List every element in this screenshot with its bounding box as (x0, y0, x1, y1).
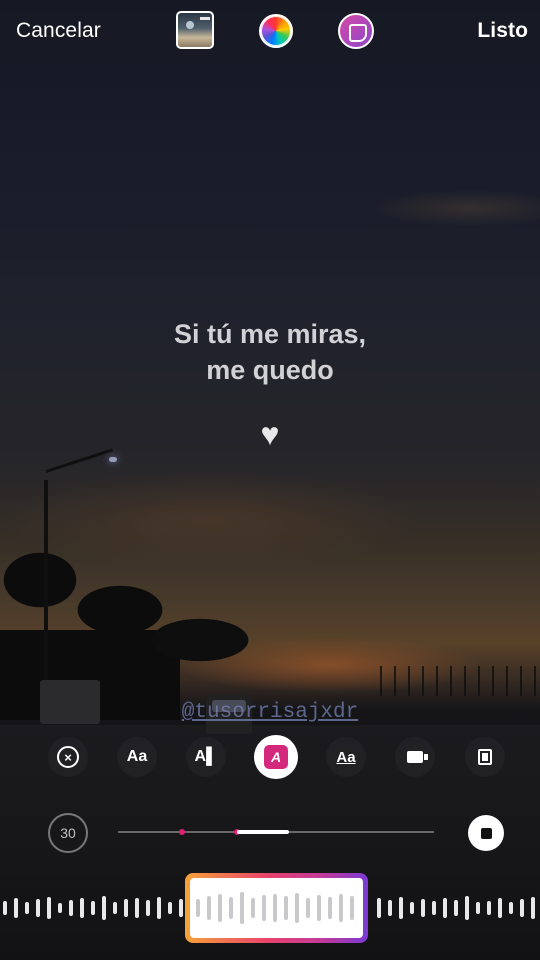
stop-button[interactable] (468, 815, 504, 851)
waveform-bar (91, 901, 95, 915)
dim-overlay (0, 0, 540, 960)
waveform-bar (531, 897, 535, 919)
close-circle-icon: × (57, 746, 79, 768)
waveform-bar (14, 898, 18, 918)
waveform-bar (487, 901, 491, 915)
waveform-bar (113, 902, 117, 914)
cancel-button[interactable]: Cancelar (16, 19, 101, 43)
color-wheel-button[interactable] (259, 14, 293, 48)
waveform-bar (339, 894, 343, 922)
card-icon (478, 749, 492, 765)
waveform-bar (240, 892, 244, 924)
top-bar: Cancelar Listo (0, 0, 540, 64)
card-style-button[interactable] (465, 737, 505, 777)
waveform-bar (295, 893, 299, 923)
waveform-bar (388, 900, 392, 916)
text-block-style-button[interactable]: A▌ (186, 737, 226, 777)
waveform-bar (218, 894, 222, 922)
waveform-bar (229, 897, 233, 919)
waveform-bar (498, 898, 502, 918)
waveform-bar (317, 895, 321, 921)
text-size-icon: Aa (126, 748, 148, 765)
waveform-bar (520, 899, 524, 917)
waveform-bar (25, 902, 29, 914)
waveform-bar (509, 902, 513, 914)
waveform-bar (58, 903, 62, 913)
waveform-bar (421, 899, 425, 917)
waveform-bar (251, 898, 255, 918)
waveform-bar (454, 900, 458, 916)
lyrics-line-2: me quedo (206, 355, 334, 385)
waveform-bar (168, 902, 172, 914)
waveform-bar (207, 896, 211, 920)
sticker-icon[interactable] (338, 13, 374, 49)
waveform-bar (36, 899, 40, 917)
waveform-bar (80, 898, 84, 918)
selected-waveform (190, 878, 363, 938)
waveform-bar (102, 896, 106, 920)
underline-style-button[interactable]: Aa (326, 737, 366, 777)
progress-segment (237, 830, 289, 834)
waveform-bar (432, 901, 436, 915)
text-block-icon: A▌ (194, 748, 218, 765)
highlight-style-icon: A (264, 745, 288, 769)
waveform-bar (306, 898, 310, 918)
lyrics-style-toolbar: × Aa A▌ A Aa (0, 735, 540, 781)
lyrics-line-1: Si tú me miras, (173, 319, 367, 349)
video-icon (407, 751, 428, 763)
text-size-style-button[interactable]: Aa (117, 737, 157, 777)
waveform-bar (47, 897, 51, 919)
waveform-bar (443, 898, 447, 918)
progress-marker (179, 829, 185, 835)
waveform-bar (179, 899, 183, 917)
stop-icon (480, 827, 492, 839)
waveform-bar (69, 900, 73, 916)
done-button[interactable]: Listo (477, 19, 528, 43)
waveform-bar (377, 898, 381, 918)
waveform-bar (273, 894, 277, 922)
waveform-bar (196, 899, 200, 917)
waveform-bar (157, 897, 161, 919)
highlight-style-button[interactable]: A (254, 735, 298, 779)
waveform-bar (350, 896, 354, 920)
lyrics-progress-track[interactable] (118, 829, 434, 835)
waveform-bar (262, 895, 266, 921)
waveform-bar (146, 900, 150, 916)
waveform-bar (410, 902, 414, 914)
heart-icon: ♥ (260, 416, 280, 452)
video-style-button[interactable] (395, 737, 435, 777)
waveform-bar (135, 898, 139, 918)
duration-button[interactable]: 30 (48, 813, 88, 853)
underline-text-icon: Aa (336, 748, 356, 766)
remove-lyrics-button[interactable]: × (48, 737, 88, 777)
waveform-bar (476, 902, 480, 914)
waveform-bar (399, 897, 403, 919)
album-art-thumbnail[interactable] (176, 11, 214, 49)
waveform-bar (465, 896, 469, 920)
waveform-bar (124, 899, 128, 917)
waveform-bar (328, 897, 332, 919)
waveform-bar (3, 901, 7, 915)
waveform-bar (284, 896, 288, 920)
clip-selection-window[interactable] (185, 873, 368, 943)
lyrics-text[interactable]: Si tú me miras, me quedo (0, 316, 540, 388)
mention-tag[interactable]: @tusorrisajxdr (0, 701, 540, 724)
